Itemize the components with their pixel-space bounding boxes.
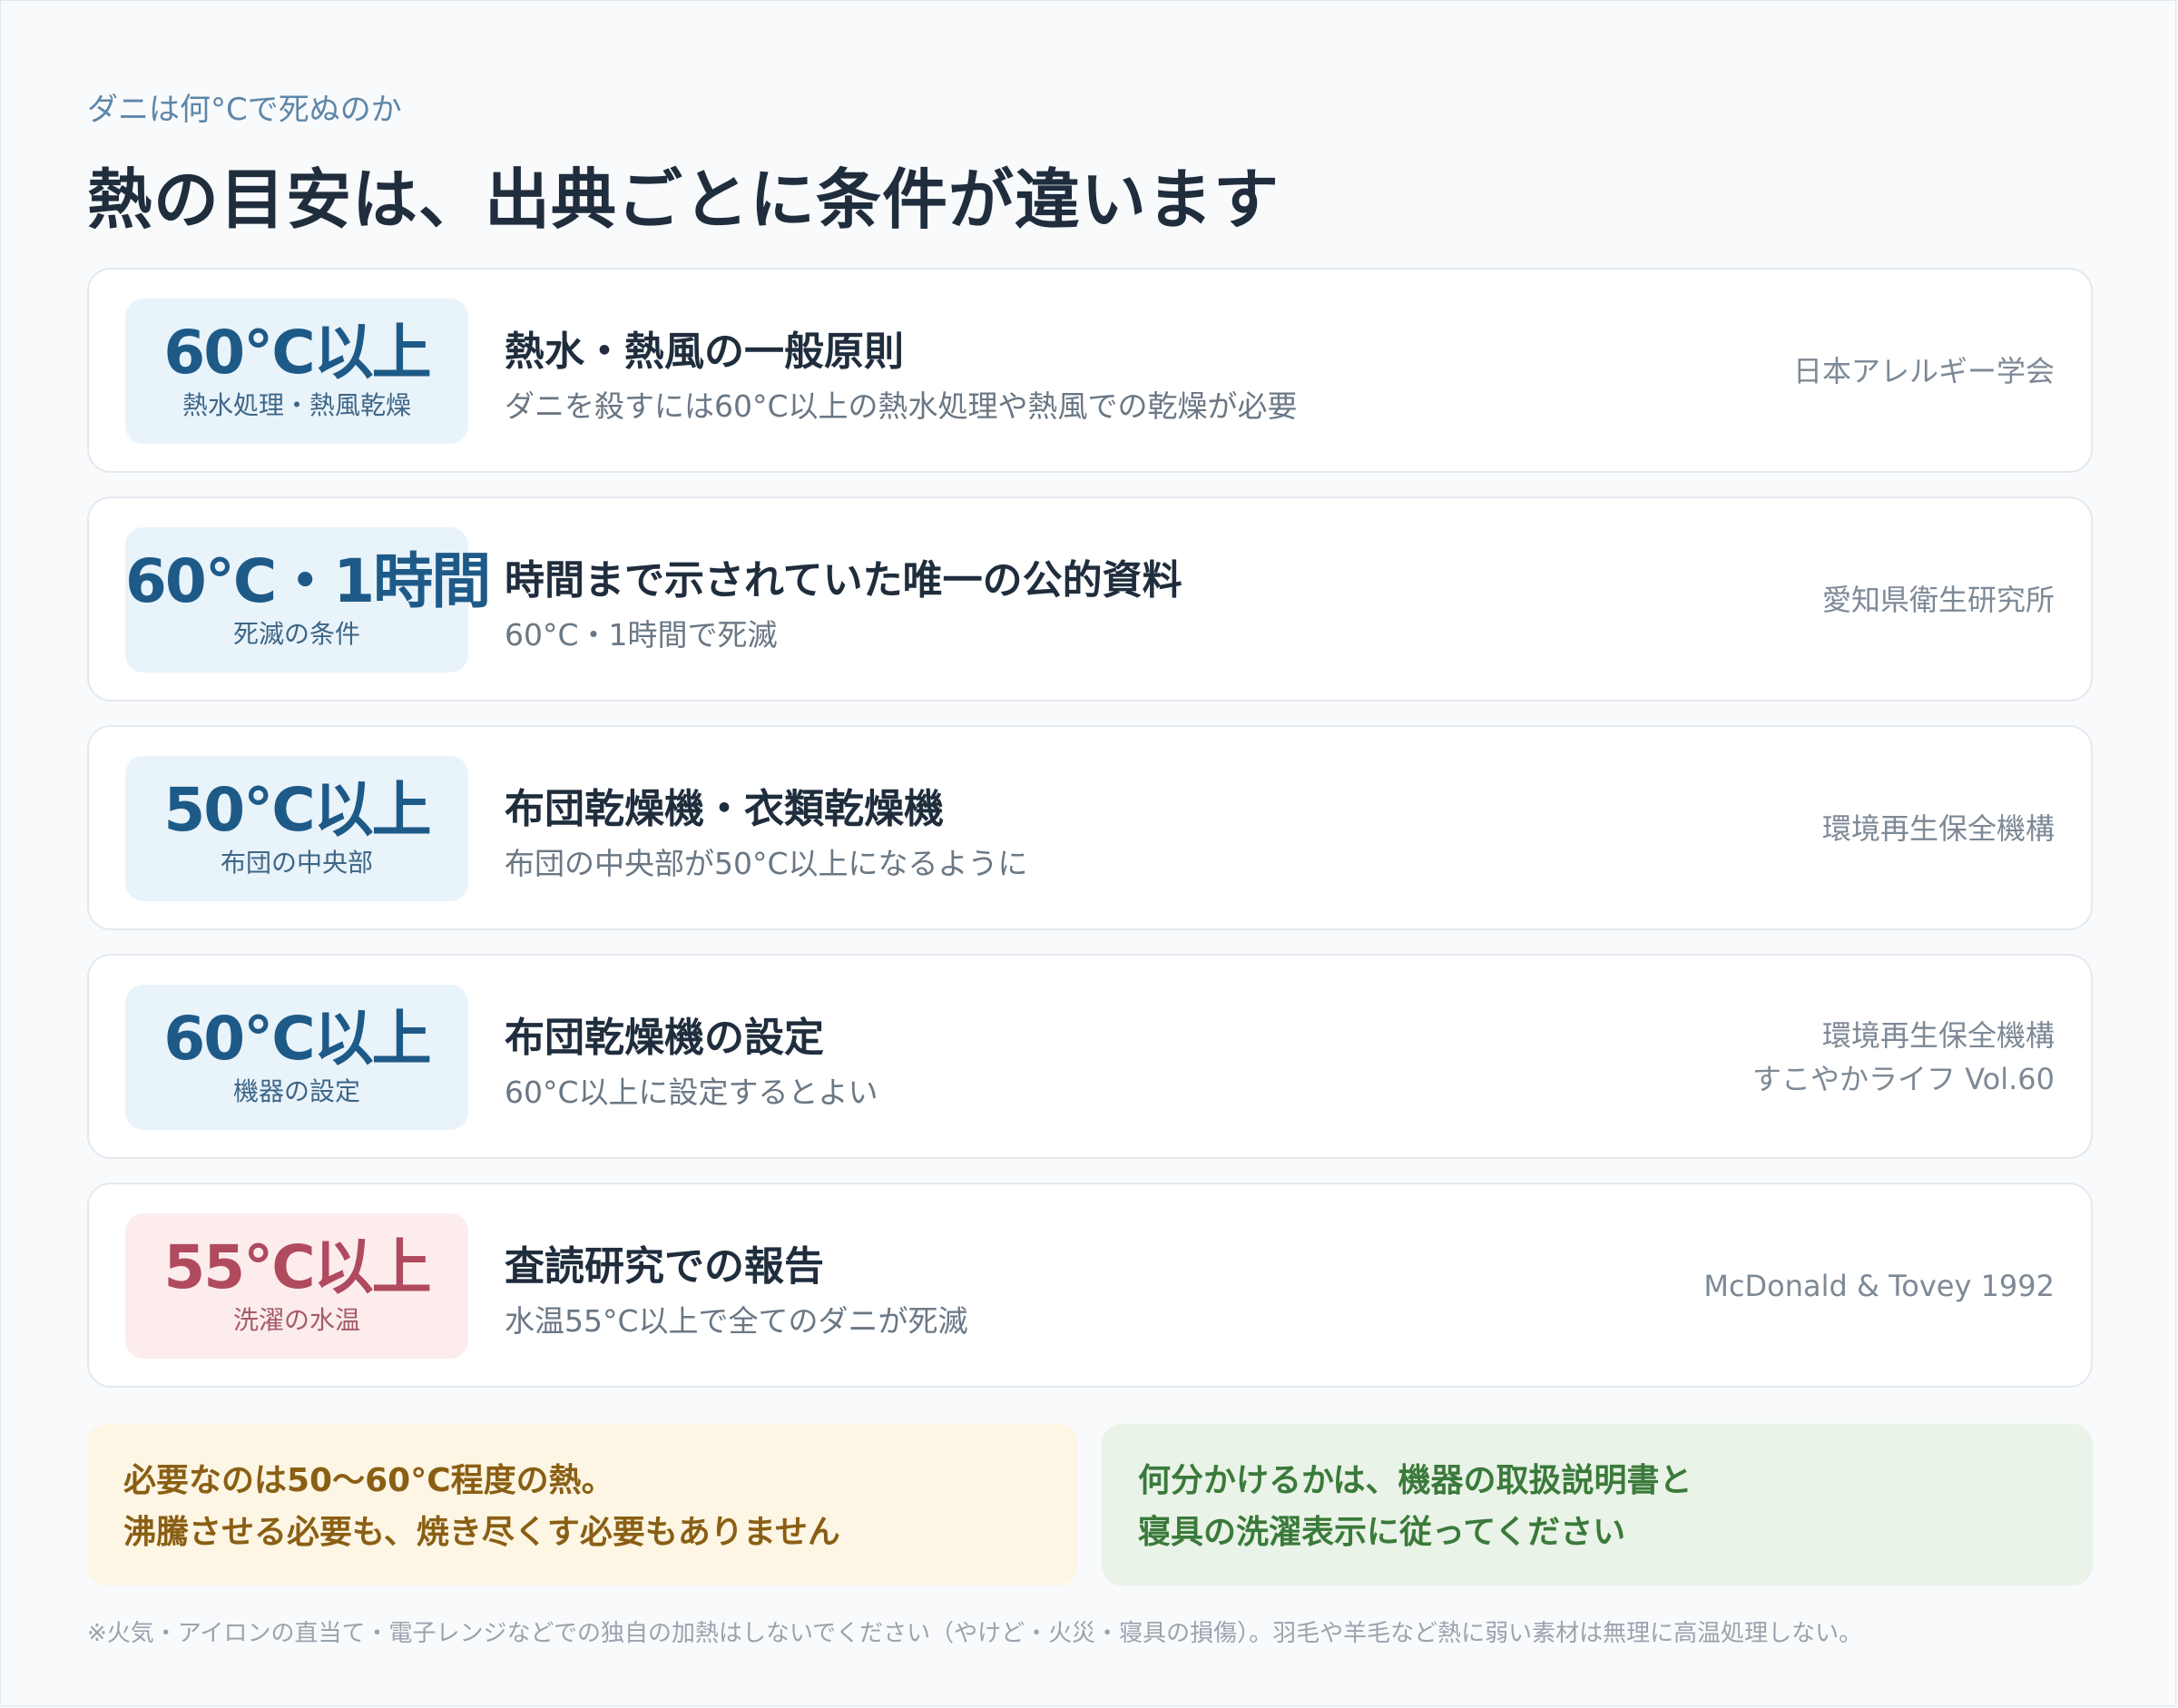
card-description: 60°C以上に設定するとよい	[505, 1075, 878, 1110]
source-card: 60°C以上 熱水処理・熱風乾燥 熱水・熱風の一般原則 ダニを殺すには60°C以…	[87, 268, 2093, 473]
temperature-value: 50°C以上	[163, 775, 431, 845]
temperature-label: 死滅の条件	[232, 619, 360, 649]
card-description: 60°C・1時間で死滅	[505, 617, 778, 653]
note-follow-instructions: 何分かけるかは、機器の取扱説明書と 寝具の洗濯表示に従ってください	[1102, 1424, 2093, 1585]
card-source: 環境再生保全機構 すこやかライフ Vol.60	[1752, 1014, 2055, 1101]
note-line: 寝具の洗濯表示に従ってください	[1138, 1514, 1626, 1551]
note-line: 何分かけるかは、機器の取扱説明書と	[1138, 1462, 1692, 1499]
temperature-label: 布団の中央部	[220, 848, 373, 878]
source-publication: すこやかライフ Vol.60	[1752, 1062, 2055, 1096]
note-line: 沸騰させる必要も、焼き尽くす必要もありません	[123, 1514, 840, 1551]
note-line: 必要なのは50〜60°C程度の熱。	[123, 1462, 614, 1499]
source-name: 愛知県衛生研究所	[1821, 583, 2055, 617]
card-title: 布団乾燥機・衣類乾燥機	[505, 786, 944, 832]
card-title: 熱水・熱風の一般原則	[505, 329, 904, 375]
card-title: 布団乾燥機の設定	[505, 1015, 824, 1061]
source-name: 日本アレルギー学会	[1792, 354, 2055, 388]
source-card: 60°C以上 機器の設定 布団乾燥機の設定 60°C以上に設定するとよい 環境再…	[87, 954, 2093, 1159]
temperature-badge: 60°C・1時間 死滅の条件	[125, 527, 491, 672]
summary-notes: 必要なのは50〜60°C程度の熱。 沸騰させる必要も、焼き尽くす必要もありません…	[87, 1424, 2093, 1585]
note-heat-required: 必要なのは50〜60°C程度の熱。 沸騰させる必要も、焼き尽くす必要もありません	[87, 1424, 1078, 1585]
card-description: 水温55°C以上で全てのダニが死滅	[505, 1303, 968, 1339]
card-source: McDonald & Tovey 1992	[1703, 1264, 2055, 1308]
temperature-value: 60°C以上	[163, 1004, 431, 1074]
source-card-list: 60°C以上 熱水処理・熱風乾燥 熱水・熱風の一般原則 ダニを殺すには60°C以…	[87, 268, 2093, 1411]
source-card: 55°C以上 洗濯の水温 査読研究での報告 水温55°C以上で全てのダニが死滅 …	[87, 1183, 2093, 1388]
temperature-badge: 50°C以上 布団の中央部	[125, 756, 468, 901]
card-title: 時間まで示されていた唯一の公的資料	[505, 557, 1182, 604]
source-card: 50°C以上 布団の中央部 布団乾燥機・衣類乾燥機 布団の中央部が50°C以上に…	[87, 725, 2093, 930]
card-source: 環境再生保全機構	[1822, 807, 2055, 850]
source-name: 環境再生保全機構	[1821, 811, 2055, 846]
temperature-badge: 60°C以上 機器の設定	[125, 985, 468, 1130]
source-card: 60°C・1時間 死滅の条件 時間まで示されていた唯一の公的資料 60°C・1時…	[87, 496, 2093, 702]
source-name: McDonald & Tovey 1992	[1703, 1269, 2055, 1303]
card-description: ダニを殺すには60°C以上の熱水処理や熱風での乾燥が必要	[505, 388, 1298, 424]
page: ダニは何°Cで死ぬのか 熱の目安は、出典ごとに条件が違います 60°C以上 熱水…	[0, 0, 2176, 1706]
temperature-label: 洗濯の水温	[232, 1305, 360, 1335]
card-title: 査読研究での報告	[505, 1243, 824, 1290]
card-source: 愛知県衛生研究所	[1822, 578, 2055, 622]
temperature-label: 熱水処理・熱風乾燥	[182, 390, 411, 420]
temperature-value: 60°C・1時間	[125, 546, 491, 616]
temperature-badge: 55°C以上 洗濯の水温	[125, 1213, 468, 1359]
page-title: 熱の目安は、出典ごとに条件が違います	[87, 162, 1280, 238]
temperature-badge: 60°C以上 熱水処理・熱風乾燥	[125, 299, 468, 444]
temperature-value: 60°C以上	[163, 318, 431, 388]
source-name: 環境再生保全機構	[1821, 1018, 2055, 1053]
temperature-value: 55°C以上	[163, 1232, 431, 1302]
temperature-label: 機器の設定	[232, 1076, 360, 1106]
page-kicker: ダニは何°Cで死ぬのか	[87, 92, 402, 128]
footnote: ※火気・アイロンの直当て・電子レンジなどでの独自の加熱はしないでください（やけど…	[87, 1620, 1863, 1647]
card-source: 日本アレルギー学会	[1793, 349, 2055, 393]
card-description: 布団の中央部が50°C以上になるように	[505, 846, 1028, 881]
